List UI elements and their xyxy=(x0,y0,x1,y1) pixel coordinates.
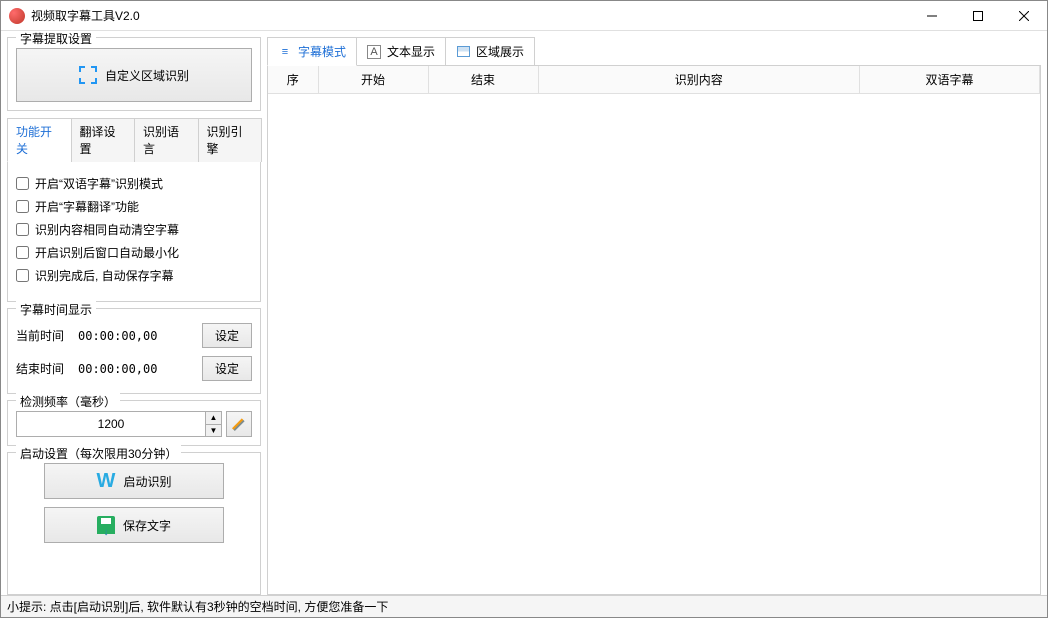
frequency-legend: 检测频率（毫秒） xyxy=(16,393,120,410)
tab-function-switch[interactable]: 功能开关 xyxy=(7,118,72,162)
crop-icon xyxy=(79,66,97,84)
tab-subtitle-mode[interactable]: ≡ 字幕模式 xyxy=(267,37,357,66)
frequency-edit-button[interactable] xyxy=(226,411,252,437)
checkbox-row-minimize[interactable]: 开启识别后窗口自动最小化 xyxy=(16,241,252,264)
start-settings-legend: 启动设置（每次限用30分钟） xyxy=(16,445,181,462)
titlebar: 视频取字幕工具V2.0 xyxy=(1,1,1047,31)
set-current-button[interactable]: 设定 xyxy=(202,323,252,348)
frequency-input[interactable] xyxy=(17,412,205,436)
tab-recognize-language[interactable]: 识别语言 xyxy=(134,118,199,162)
right-panel: ≡ 字幕模式 A 文本显示 区域展示 序 开始 结束 识别内容 xyxy=(267,37,1041,595)
checkbox-autosave[interactable] xyxy=(16,269,29,282)
minimize-icon xyxy=(927,11,937,21)
current-time-label: 当前时间 xyxy=(16,327,68,344)
results-table-wrap[interactable]: 序 开始 结束 识别内容 双语字幕 xyxy=(267,65,1041,595)
window-title: 视频取字幕工具V2.0 xyxy=(31,7,909,24)
tab-recognize-engine[interactable]: 识别引擎 xyxy=(198,118,263,162)
tab-label: 区域展示 xyxy=(476,43,524,60)
col-index[interactable]: 序 xyxy=(268,66,318,94)
current-time-row: 当前时间 00:00:00,00 设定 xyxy=(16,319,252,352)
tab-label: 字幕模式 xyxy=(298,43,346,60)
checkbox-autoclear[interactable] xyxy=(16,223,29,236)
content-area: 字幕提取设置 自定义区域识别 功能开关 翻译设置 识别语言 识别引擎 开启“双语… xyxy=(1,31,1047,595)
tab-text-display[interactable]: A 文本显示 xyxy=(356,37,446,66)
list-icon: ≡ xyxy=(278,45,292,59)
frequency-row: ▲ ▼ xyxy=(16,411,252,437)
time-display-legend: 字幕时间显示 xyxy=(16,301,96,318)
end-time-value: 00:00:00,00 xyxy=(78,362,192,376)
left-panel: 字幕提取设置 自定义区域识别 功能开关 翻译设置 识别语言 识别引擎 开启“双语… xyxy=(7,37,261,595)
maximize-icon xyxy=(973,11,983,21)
start-recognition-button[interactable]: W 启动识别 xyxy=(44,463,224,499)
checkbox-row-autoclear[interactable]: 识别内容相同自动清空字幕 xyxy=(16,218,252,241)
extract-settings-group: 字幕提取设置 自定义区域识别 xyxy=(7,37,261,111)
spinner-up[interactable]: ▲ xyxy=(206,412,221,425)
end-time-row: 结束时间 00:00:00,00 设定 xyxy=(16,352,252,385)
pencil-icon xyxy=(232,417,246,431)
checkbox-bilingual[interactable] xyxy=(16,177,29,190)
start-recognition-label: 启动识别 xyxy=(123,473,171,490)
current-time-value: 00:00:00,00 xyxy=(78,329,192,343)
minimize-button[interactable] xyxy=(909,1,955,31)
table-header-row: 序 开始 结束 识别内容 双语字幕 xyxy=(268,66,1040,94)
settings-tabs: 功能开关 翻译设置 识别语言 识别引擎 开启“双语字幕”识别模式 开启“字幕翻译… xyxy=(7,117,261,302)
spinner-down[interactable]: ▼ xyxy=(206,425,221,437)
extract-settings-legend: 字幕提取设置 xyxy=(16,31,96,47)
w-icon: W xyxy=(97,470,116,493)
col-start[interactable]: 开始 xyxy=(318,66,428,94)
checkbox-row-autosave[interactable]: 识别完成后, 自动保存字幕 xyxy=(16,264,252,287)
checkbox-label: 识别完成后, 自动保存字幕 xyxy=(35,267,174,284)
checkbox-label: 识别内容相同自动清空字幕 xyxy=(35,221,179,238)
tab-label: 文本显示 xyxy=(387,43,435,60)
spinner-buttons: ▲ ▼ xyxy=(205,412,221,436)
frequency-group: 检测频率（毫秒） ▲ ▼ xyxy=(7,400,261,446)
save-icon xyxy=(97,516,115,534)
end-time-label: 结束时间 xyxy=(16,360,68,377)
col-bilingual[interactable]: 双语字幕 xyxy=(860,66,1040,94)
text-a-icon: A xyxy=(367,45,381,59)
checkbox-label: 开启识别后窗口自动最小化 xyxy=(35,244,179,261)
results-table: 序 开始 结束 识别内容 双语字幕 xyxy=(268,66,1040,94)
statusbar: 小提示: 点击[启动识别]后, 软件默认有3秒钟的空档时间, 方便您准备一下 xyxy=(1,595,1047,617)
start-settings-group: 启动设置（每次限用30分钟） W 启动识别 保存文字 xyxy=(7,452,261,595)
settings-tab-body: 开启“双语字幕”识别模式 开启“字幕翻译”功能 识别内容相同自动清空字幕 开启识… xyxy=(7,162,261,302)
frequency-spinner: ▲ ▼ xyxy=(16,411,222,437)
col-end[interactable]: 结束 xyxy=(428,66,538,94)
close-icon xyxy=(1019,11,1029,21)
maximize-button[interactable] xyxy=(955,1,1001,31)
settings-tabstrip: 功能开关 翻译设置 识别语言 识别引擎 xyxy=(7,117,261,162)
custom-area-button[interactable]: 自定义区域识别 xyxy=(16,48,252,102)
status-text: 小提示: 点击[启动识别]后, 软件默认有3秒钟的空档时间, 方便您准备一下 xyxy=(7,598,388,615)
checkbox-label: 开启“字幕翻译”功能 xyxy=(35,198,139,215)
save-text-label: 保存文字 xyxy=(123,517,171,534)
checkbox-row-bilingual[interactable]: 开启“双语字幕”识别模式 xyxy=(16,172,252,195)
checkbox-translate[interactable] xyxy=(16,200,29,213)
save-text-button[interactable]: 保存文字 xyxy=(44,507,224,543)
app-icon xyxy=(9,8,25,24)
tab-area-display[interactable]: 区域展示 xyxy=(445,37,535,66)
area-icon xyxy=(456,45,470,59)
set-end-button[interactable]: 设定 xyxy=(202,356,252,381)
close-button[interactable] xyxy=(1001,1,1047,31)
checkbox-row-translate[interactable]: 开启“字幕翻译”功能 xyxy=(16,195,252,218)
custom-area-label: 自定义区域识别 xyxy=(105,67,189,84)
col-content[interactable]: 识别内容 xyxy=(538,66,860,94)
right-tabstrip: ≡ 字幕模式 A 文本显示 区域展示 xyxy=(267,37,1041,66)
time-display-group: 字幕时间显示 当前时间 00:00:00,00 设定 结束时间 00:00:00… xyxy=(7,308,261,394)
tab-translate-settings[interactable]: 翻译设置 xyxy=(71,118,136,162)
checkbox-minimize[interactable] xyxy=(16,246,29,259)
checkbox-label: 开启“双语字幕”识别模式 xyxy=(35,175,163,192)
start-buttons-wrap: W 启动识别 保存文字 xyxy=(16,463,252,543)
